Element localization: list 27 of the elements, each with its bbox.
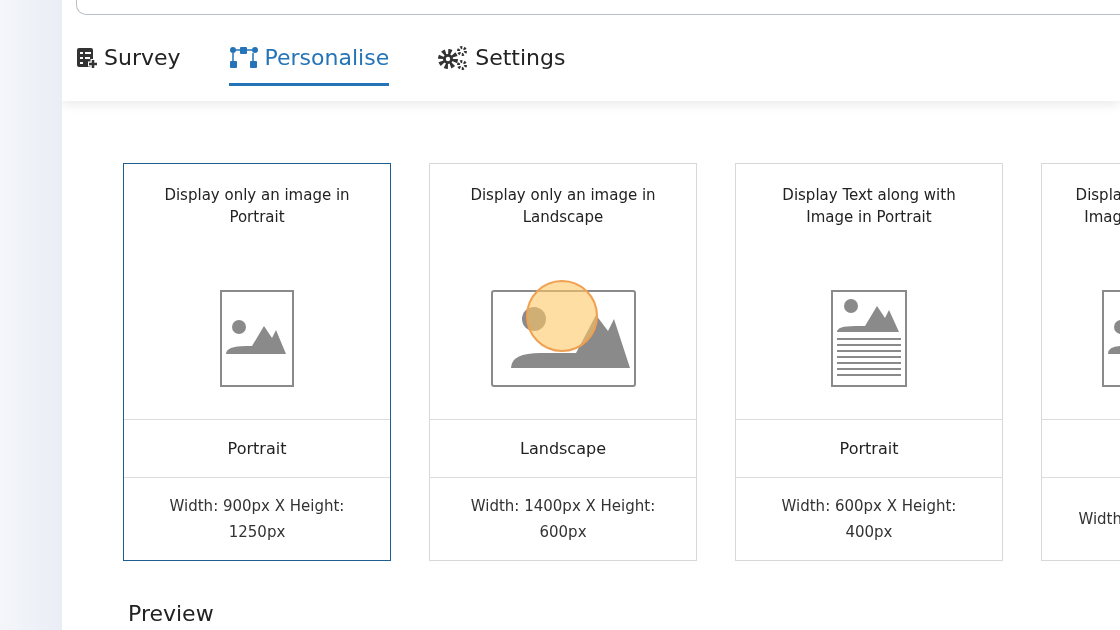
layout-card[interactable]: Displa Imag Width [1041,163,1120,561]
nodes-icon [228,45,259,70]
orientation-label: Landscape [520,437,606,460]
gears-icon [437,44,470,71]
tab[interactable]: Personalise [228,41,390,86]
layout-title: Display Text along with Image in Portrait [782,185,956,228]
layout-title: Display only an image in Landscape [470,185,656,228]
layout-card[interactable]: Display Text along with Image in Portrait Portrait Width: 600px X Height: 400px [735,163,1003,561]
tab[interactable]: Survey [76,41,181,86]
survey-form-icon [76,46,98,69]
dimensions-label: Width: 900px X Height: 1250px [169,496,345,543]
portrait-image-icon [220,290,294,387]
input-field[interactable] [76,0,1120,15]
dimensions-label: Width: 600px X Height: 400px [781,496,957,543]
dimensions-label: Width: 1400px X Height: 600px [470,496,656,543]
orientation-label: Portrait [227,437,287,460]
landscape-image-icon [490,290,636,387]
layout-card[interactable]: Display only an image in Portrait Portrait Width: 900px X Height: 1250px [123,163,391,561]
layout-card[interactable]: Display only an image in Landscape Landscape Width: 1400px X Height: 600px [429,163,697,561]
layout-title: Display only an image in Portrait [164,185,350,228]
document-image-icon [831,290,907,387]
dimensions-label: Width [1078,509,1120,530]
portrait-image-icon [1102,290,1120,387]
layout-title: Displa Imag [1075,185,1120,228]
preview-heading: Preview [127,600,215,628]
orientation-label: Portrait [839,437,899,460]
tab[interactable]: Settings [437,41,566,86]
